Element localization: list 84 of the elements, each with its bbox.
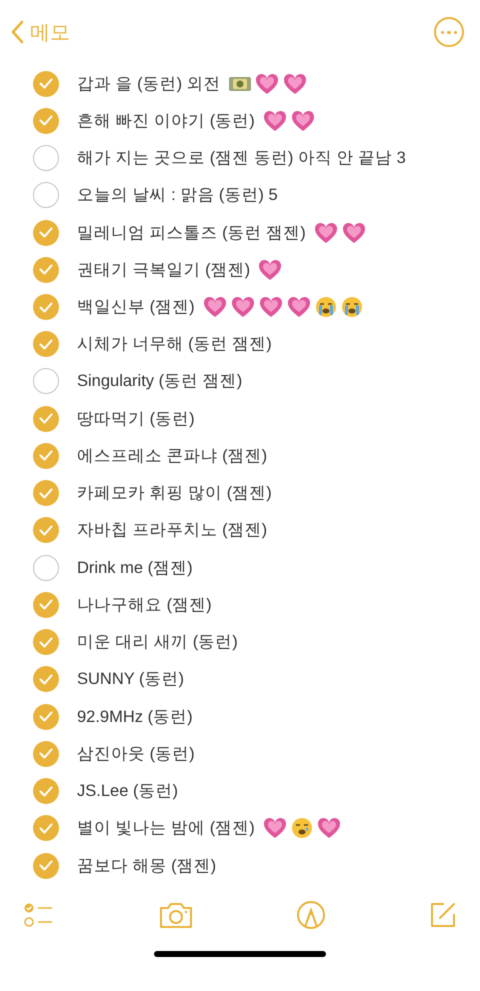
banknote-icon [228, 76, 251, 92]
back-button[interactable]: 메모 [10, 18, 70, 46]
checklist-item-text: Singularity (동런 잼젠) [77, 371, 242, 392]
checkmark-icon [39, 115, 53, 126]
checklist-item-text: 삼진아웃 (동런) [77, 744, 195, 765]
checklist-item-text: 92.9MHz (동런) [77, 706, 193, 728]
checkbox[interactable] [33, 554, 59, 581]
checkmark-icon [39, 748, 53, 760]
checkmark-icon [39, 636, 53, 648]
checkbox[interactable] [33, 294, 59, 320]
heart-icon [230, 296, 255, 318]
checkmark-icon [39, 264, 53, 276]
checkbox[interactable] [33, 592, 59, 618]
checkmark-icon [39, 450, 53, 462]
checkmark-icon [39, 599, 53, 610]
checkmark-icon [39, 488, 53, 499]
checkbox[interactable] [33, 108, 59, 134]
checkbox[interactable] [33, 368, 59, 394]
heart-icon [258, 296, 283, 318]
checkbox[interactable] [33, 182, 59, 208]
checklist-item-text: 흔해 빠진 이야기 (동런) [77, 110, 255, 132]
heart-icon [316, 817, 341, 840]
checklist-item-text: 자바칩 프라푸치노 (잼젠) [77, 520, 268, 542]
heart-icon [258, 258, 282, 281]
checklist-item-text: 나나구해요 (잼젠) [77, 594, 212, 616]
checklist-item-text: 미운 대리 새끼 (동런) [77, 632, 238, 654]
checklist-item-text: 시체가 너무해 (동런 잼젠) [77, 334, 272, 356]
checklist-item-text: 권태기 극복일기 (잼젠) [77, 260, 250, 281]
checkmark-icon [39, 711, 53, 722]
checkbox[interactable] [33, 145, 59, 172]
checkbox[interactable] [33, 704, 59, 730]
checkbox[interactable] [33, 406, 59, 432]
checkbox[interactable] [33, 256, 59, 283]
sobbing-face-icon [314, 296, 337, 318]
checkbox[interactable] [33, 852, 59, 879]
camera-button[interactable] [158, 900, 194, 929]
checkbox[interactable] [33, 220, 59, 246]
heart-icon [314, 222, 338, 244]
heart-icon [290, 110, 315, 132]
checkmark-icon [39, 822, 53, 834]
checklist-item-text: 별이 빛나는 밤에 (잼젠) [77, 818, 255, 840]
checkmark-icon [39, 227, 53, 238]
checklist-item-text: 꿈보다 해몽 (잼젠) [77, 856, 216, 877]
heart-icon [286, 296, 311, 318]
checkmark-icon [39, 524, 53, 536]
markup-button[interactable] [296, 900, 326, 930]
checkmark-icon [39, 674, 53, 685]
checkbox[interactable] [33, 740, 59, 767]
checklist-item-text: SUNNY (동런) [77, 669, 184, 690]
checkbox[interactable] [33, 815, 59, 842]
chevron-left-icon [10, 20, 24, 44]
checklist-item-text: 백일신부 (잼젠) [77, 297, 195, 318]
checkbox[interactable] [33, 629, 59, 656]
checkmark-icon [39, 302, 53, 312]
checklist-item-text: 밀레니엄 피스톨즈 (동런 잼젠) [77, 222, 306, 244]
checkbox[interactable] [33, 778, 59, 804]
checkmark-icon [39, 78, 53, 90]
checkmark-icon [39, 413, 53, 424]
checklist-item-text: JS.Lee (동런) [77, 781, 178, 802]
sobbing-face-icon [340, 296, 363, 318]
checkbox[interactable] [33, 666, 59, 692]
checkbox[interactable] [33, 331, 59, 358]
heart-icon [262, 110, 287, 132]
crying-face-icon [290, 817, 313, 840]
checkbox[interactable] [33, 517, 59, 544]
heart-icon [202, 296, 227, 318]
checklist-item-text: 카페모카 휘핑 많이 (잼젠) [77, 483, 272, 504]
checklist-item-text: 에스프레소 콘파냐 (잼젠) [77, 446, 268, 467]
checkbox[interactable] [33, 480, 59, 506]
heart-icon [254, 72, 279, 95]
checkmark-icon [39, 860, 53, 872]
checklist-item-text: 땅따먹기 (동런) [77, 408, 195, 430]
checkbox[interactable] [33, 70, 59, 97]
checklist-item-text: 오늘의 날씨 : 맑음 (동런) 5 [77, 185, 278, 206]
heart-icon [342, 222, 366, 244]
checkmark-icon [39, 786, 53, 797]
heart-icon [282, 72, 307, 95]
checklist-item-text: Drink me (잼젠) [77, 558, 193, 579]
checkbox[interactable] [33, 442, 59, 469]
heart-icon [262, 817, 287, 840]
checklist-item-text: 갑과 을 (동런) 외전 [77, 74, 221, 95]
checkmark-icon [39, 338, 53, 350]
checklist-item-text: 해가 지는 곳으로 (잼젠 동런) 아직 안 끝남 3 [77, 148, 406, 170]
more-button[interactable] [434, 17, 464, 48]
